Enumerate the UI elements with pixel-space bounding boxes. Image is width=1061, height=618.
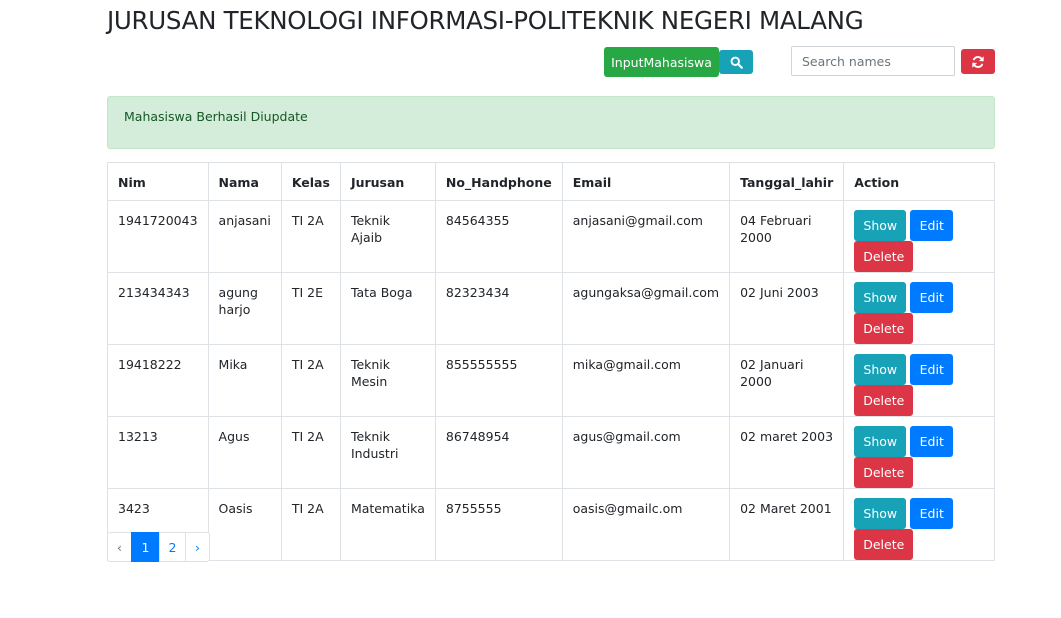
edit-button[interactable]: Edit <box>910 426 954 457</box>
cell-jurusan: Tata Boga <box>339 272 436 345</box>
column-header-kelas: Kelas <box>280 162 341 201</box>
pagination-prev[interactable]: ‹ <box>107 532 132 562</box>
delete-button[interactable]: Delete <box>854 457 914 488</box>
reset-button[interactable] <box>961 49 995 74</box>
cell-email: agus@gmail.com <box>561 416 731 489</box>
column-header-nama: Nama <box>207 162 282 201</box>
column-header-no-handphone: No_Handphone <box>434 162 563 201</box>
cell-kelas: TI 2A <box>280 344 341 417</box>
column-header-jurusan: Jurusan <box>339 162 436 201</box>
column-header-nim: Nim <box>107 162 209 201</box>
cell-nim: 13213 <box>107 416 209 489</box>
alert-message: Mahasiswa Berhasil Diupdate <box>124 109 308 124</box>
table-row: 19418222 Mika TI 2A Teknik Mesin 8555555… <box>107 344 995 417</box>
column-header-email: Email <box>561 162 731 201</box>
table-row: 1941720043 anjasani TI 2A Teknik Ajaib 8… <box>107 200 995 273</box>
delete-button[interactable]: Delete <box>854 313 914 344</box>
cell-nim: 1941720043 <box>107 200 209 273</box>
cell-tanggal-lahir: 02 Juni 2003 <box>729 272 845 345</box>
cell-email: oasis@gmailc.om <box>561 488 731 561</box>
table-row: 213434343 agung harjo TI 2E Tata Boga 82… <box>107 272 995 345</box>
table-header-row: Nim Nama Kelas Jurusan No_Handphone Emai… <box>107 162 995 201</box>
cell-no-handphone: 84564355 <box>434 200 563 273</box>
cell-action: Show EditDelete <box>843 344 995 417</box>
cell-no-handphone: 86748954 <box>434 416 563 489</box>
cell-kelas: TI 2E <box>280 272 341 345</box>
show-button[interactable]: Show <box>854 426 907 457</box>
search-button[interactable] <box>719 50 753 74</box>
table-row: 3423 Oasis TI 2A Matematika 8755555 oasi… <box>107 488 995 561</box>
column-header-action: Action <box>843 162 995 201</box>
cell-email: anjasani@gmail.com <box>561 200 731 273</box>
pagination-page-1[interactable]: 1 <box>131 532 160 562</box>
input-mahasiswa-button[interactable]: InputMahasiswa <box>604 47 719 77</box>
pagination-page-2[interactable]: 2 <box>159 532 186 562</box>
cell-jurusan: Teknik Industri <box>339 416 436 489</box>
cell-action: Show EditDelete <box>843 488 995 561</box>
search-icon <box>730 56 743 69</box>
cell-no-handphone: 8755555 <box>434 488 563 561</box>
delete-button[interactable]: Delete <box>854 241 914 272</box>
cell-jurusan: Matematika <box>339 488 436 561</box>
cell-tanggal-lahir: 04 Februari 2000 <box>729 200 845 273</box>
refresh-icon <box>971 55 985 69</box>
cell-action: Show EditDelete <box>843 272 995 345</box>
delete-button[interactable]: Delete <box>854 385 914 416</box>
cell-tanggal-lahir: 02 Maret 2001 <box>729 488 845 561</box>
edit-button[interactable]: Edit <box>910 282 954 313</box>
edit-button[interactable]: Edit <box>910 498 954 529</box>
cell-nama: Agus <box>207 416 282 489</box>
show-button[interactable]: Show <box>854 498 907 529</box>
search-input[interactable] <box>791 46 955 76</box>
show-button[interactable]: Show <box>854 282 907 313</box>
edit-button[interactable]: Edit <box>910 354 954 385</box>
cell-email: mika@gmail.com <box>561 344 731 417</box>
show-button[interactable]: Show <box>854 210 907 241</box>
cell-no-handphone: 855555555 <box>434 344 563 417</box>
pagination: ‹ 1 2 › <box>107 532 210 562</box>
cell-no-handphone: 82323434 <box>434 272 563 345</box>
cell-nama: Oasis <box>207 488 282 561</box>
cell-kelas: TI 2A <box>280 200 341 273</box>
cell-jurusan: Teknik Mesin <box>339 344 436 417</box>
pagination-next[interactable]: › <box>185 532 210 562</box>
cell-nim: 213434343 <box>107 272 209 345</box>
cell-nama: agung harjo <box>207 272 282 345</box>
cell-email: agungaksa@gmail.com <box>561 272 731 345</box>
mahasiswa-table: Nim Nama Kelas Jurusan No_Handphone Emai… <box>107 162 995 561</box>
cell-action: Show EditDelete <box>843 416 995 489</box>
cell-kelas: TI 2A <box>280 488 341 561</box>
show-button[interactable]: Show <box>854 354 907 385</box>
cell-tanggal-lahir: 02 Januari 2000 <box>729 344 845 417</box>
table-row: 13213 Agus TI 2A Teknik Industri 8674895… <box>107 416 995 489</box>
success-alert: Mahasiswa Berhasil Diupdate <box>107 96 995 149</box>
delete-button[interactable]: Delete <box>854 529 914 560</box>
page-title: JURUSAN TEKNOLOGI INFORMASI-POLITEKNIK N… <box>107 6 864 35</box>
cell-nim: 19418222 <box>107 344 209 417</box>
cell-nama: anjasani <box>207 200 282 273</box>
cell-jurusan: Teknik Ajaib <box>339 200 436 273</box>
cell-kelas: TI 2A <box>280 416 341 489</box>
cell-action: Show EditDelete <box>843 200 995 273</box>
edit-button[interactable]: Edit <box>910 210 954 241</box>
cell-nama: Mika <box>207 344 282 417</box>
cell-tanggal-lahir: 02 maret 2003 <box>729 416 845 489</box>
column-header-tanggal-lahir: Tanggal_lahir <box>729 162 845 201</box>
